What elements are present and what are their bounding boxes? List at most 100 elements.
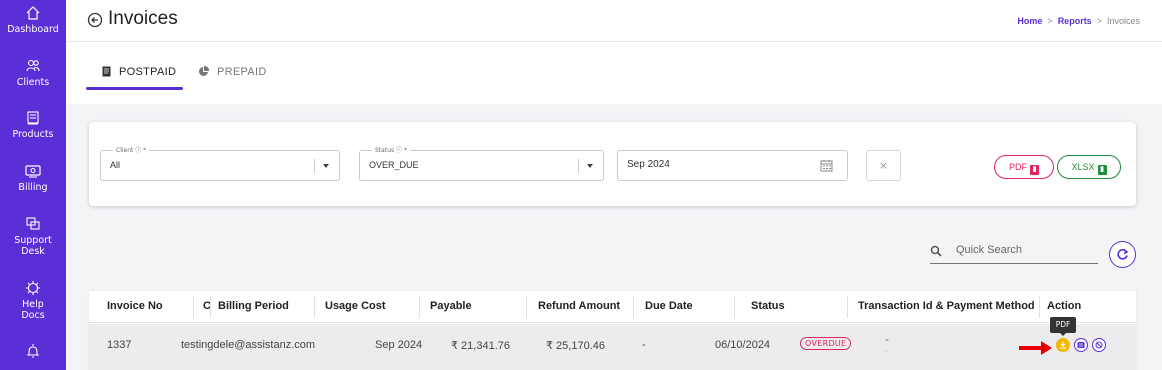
- sidebar-item-clients[interactable]: Clients: [0, 57, 66, 88]
- sidebar-item-label: Docs: [21, 310, 45, 321]
- sidebar-item-billing[interactable]: Billing: [0, 162, 66, 193]
- refresh-button[interactable]: [1109, 241, 1136, 268]
- annotation-arrow-icon: [1019, 341, 1052, 355]
- column-header-billing-period[interactable]: Billing Period: [218, 300, 289, 312]
- column-header-status[interactable]: Status: [751, 300, 785, 312]
- sidebar-item-label: Clients: [16, 77, 50, 88]
- column-header-payable[interactable]: Payable: [430, 300, 472, 312]
- tab-postpaid[interactable]: POSTPAID: [102, 66, 176, 78]
- page-header: Invoices Home > Reports > Invoices: [66, 0, 1162, 42]
- breadcrumb-reports[interactable]: Reports: [1058, 16, 1092, 26]
- export-xlsx-button[interactable]: XLSX ▮: [1057, 155, 1121, 179]
- page-title: Invoices: [108, 8, 178, 29]
- search-input[interactable]: [956, 244, 1086, 256]
- support-icon: [26, 217, 40, 230]
- column-divider: [1039, 296, 1040, 318]
- pdf-tooltip: PDF: [1050, 317, 1076, 336]
- sidebar-item-label: Dashboard: [7, 24, 59, 35]
- quick-search: [930, 242, 1098, 264]
- client-email: testingdele@assistanz.com: [181, 339, 316, 351]
- status-select[interactable]: Status ⓘ * OVER_DUE: [359, 145, 604, 181]
- refresh-icon: [1117, 248, 1129, 260]
- payment-method: -: [885, 346, 888, 355]
- invoice-icon: [1077, 342, 1085, 348]
- export-pdf-button[interactable]: PDF ▮: [994, 155, 1054, 179]
- tab-label: POSTPAID: [119, 66, 177, 78]
- client-select-label: Client ⓘ *: [113, 145, 150, 154]
- status-badge: OVERDUE: [800, 337, 852, 350]
- sidebar-item-dashboard[interactable]: Dashboard: [0, 4, 66, 35]
- billing-icon: [25, 165, 41, 178]
- column-header-usage-cost[interactable]: Usage Cost: [325, 300, 386, 312]
- sidebar-item-label: Products: [12, 129, 54, 140]
- breadcrumb: Home > Reports > Invoices: [1017, 16, 1140, 26]
- block-icon: [1095, 341, 1103, 349]
- invoice-number[interactable]: 1337: [107, 339, 131, 351]
- clear-filter-button[interactable]: ×: [866, 150, 901, 181]
- tab-bar: POSTPAID PREPAID: [66, 42, 1162, 104]
- column-divider: [633, 296, 634, 318]
- column-header-refund-amount[interactable]: Refund Amount: [538, 300, 620, 312]
- sidebar-item-label: Support: [14, 235, 52, 246]
- breadcrumb-current: Invoices: [1106, 16, 1140, 26]
- table-header: Invoice No C Billing Period Usage Cost P…: [89, 291, 1136, 323]
- document-icon: [102, 66, 111, 77]
- filter-panel: Client ⓘ * All Status ⓘ * OVER_DUE Sep 2…: [89, 122, 1136, 206]
- column-header-due-date[interactable]: Due Date: [645, 300, 693, 312]
- invoice-table: Invoice No C Billing Period Usage Cost P…: [89, 291, 1136, 370]
- due-date: 06/10/2024: [715, 339, 771, 351]
- usage-cost: ₹ 21,341.76: [451, 340, 510, 352]
- chevron-down-icon: [323, 164, 329, 168]
- download-icon: [1060, 341, 1066, 349]
- sidebar-item-products[interactable]: Products: [0, 109, 66, 140]
- sidebar-item-label: Billing: [18, 182, 48, 193]
- breadcrumb-separator: >: [1047, 16, 1053, 26]
- divider: [578, 159, 579, 173]
- cancel-invoice-button[interactable]: [1092, 338, 1106, 352]
- table-row[interactable]: 1337 testingdele@assistanz.com Sep 2024 …: [89, 324, 1136, 370]
- box-icon: [27, 111, 39, 125]
- column-divider: [847, 296, 848, 318]
- refund-amount: -: [642, 339, 646, 351]
- month-picker[interactable]: Sep 2024: [617, 150, 848, 181]
- tab-label: PREPAID: [217, 66, 267, 78]
- sidebar-item-notifications[interactable]: [0, 342, 66, 360]
- status-select-value: OVER_DUE: [369, 160, 419, 170]
- sidebar-item-support-desk[interactable]: Support Desk: [0, 215, 66, 257]
- column-divider: [193, 296, 194, 318]
- pie-chart-icon: [199, 66, 209, 76]
- tab-prepaid[interactable]: PREPAID: [198, 66, 267, 78]
- column-divider: [314, 296, 315, 318]
- back-arrow-icon[interactable]: [87, 12, 103, 28]
- breadcrumb-home[interactable]: Home: [1017, 16, 1042, 26]
- column-divider: [734, 296, 735, 318]
- bell-icon: [26, 344, 40, 358]
- transaction-id: -: [885, 333, 889, 346]
- status-select-label: Status ⓘ *: [372, 145, 410, 154]
- sidebar-item-label: Desk: [21, 246, 45, 257]
- column-header-action: Action: [1047, 300, 1082, 312]
- column-header-transaction[interactable]: Transaction Id & Payment Method: [858, 300, 1035, 312]
- sidebar-item-label: Help: [22, 299, 44, 310]
- column-header-invoice-no[interactable]: Invoice No: [107, 300, 163, 312]
- export-xlsx-label: XLSX: [1071, 162, 1095, 172]
- column-divider: [526, 296, 527, 318]
- chevron-down-icon: [587, 164, 593, 168]
- download-pdf-button[interactable]: [1056, 338, 1070, 352]
- column-divider: [419, 296, 420, 318]
- active-tab-indicator: [86, 87, 183, 90]
- client-select[interactable]: Client ⓘ * All: [100, 145, 340, 181]
- export-pdf-label: PDF: [1009, 162, 1027, 172]
- search-icon: [930, 245, 942, 257]
- excel-file-icon: ▮: [1097, 165, 1107, 175]
- pdf-file-icon: ▮: [1030, 165, 1039, 175]
- billing-period: Sep 2024: [375, 339, 423, 351]
- view-invoice-button[interactable]: [1074, 338, 1088, 352]
- divider: [314, 159, 315, 173]
- calendar-icon[interactable]: [820, 159, 833, 172]
- month-picker-value: Sep 2024: [627, 159, 670, 170]
- column-divider: [210, 296, 211, 318]
- users-icon: [26, 59, 40, 72]
- sidebar-item-help-docs[interactable]: Help Docs: [0, 279, 66, 321]
- help-icon: [26, 281, 40, 295]
